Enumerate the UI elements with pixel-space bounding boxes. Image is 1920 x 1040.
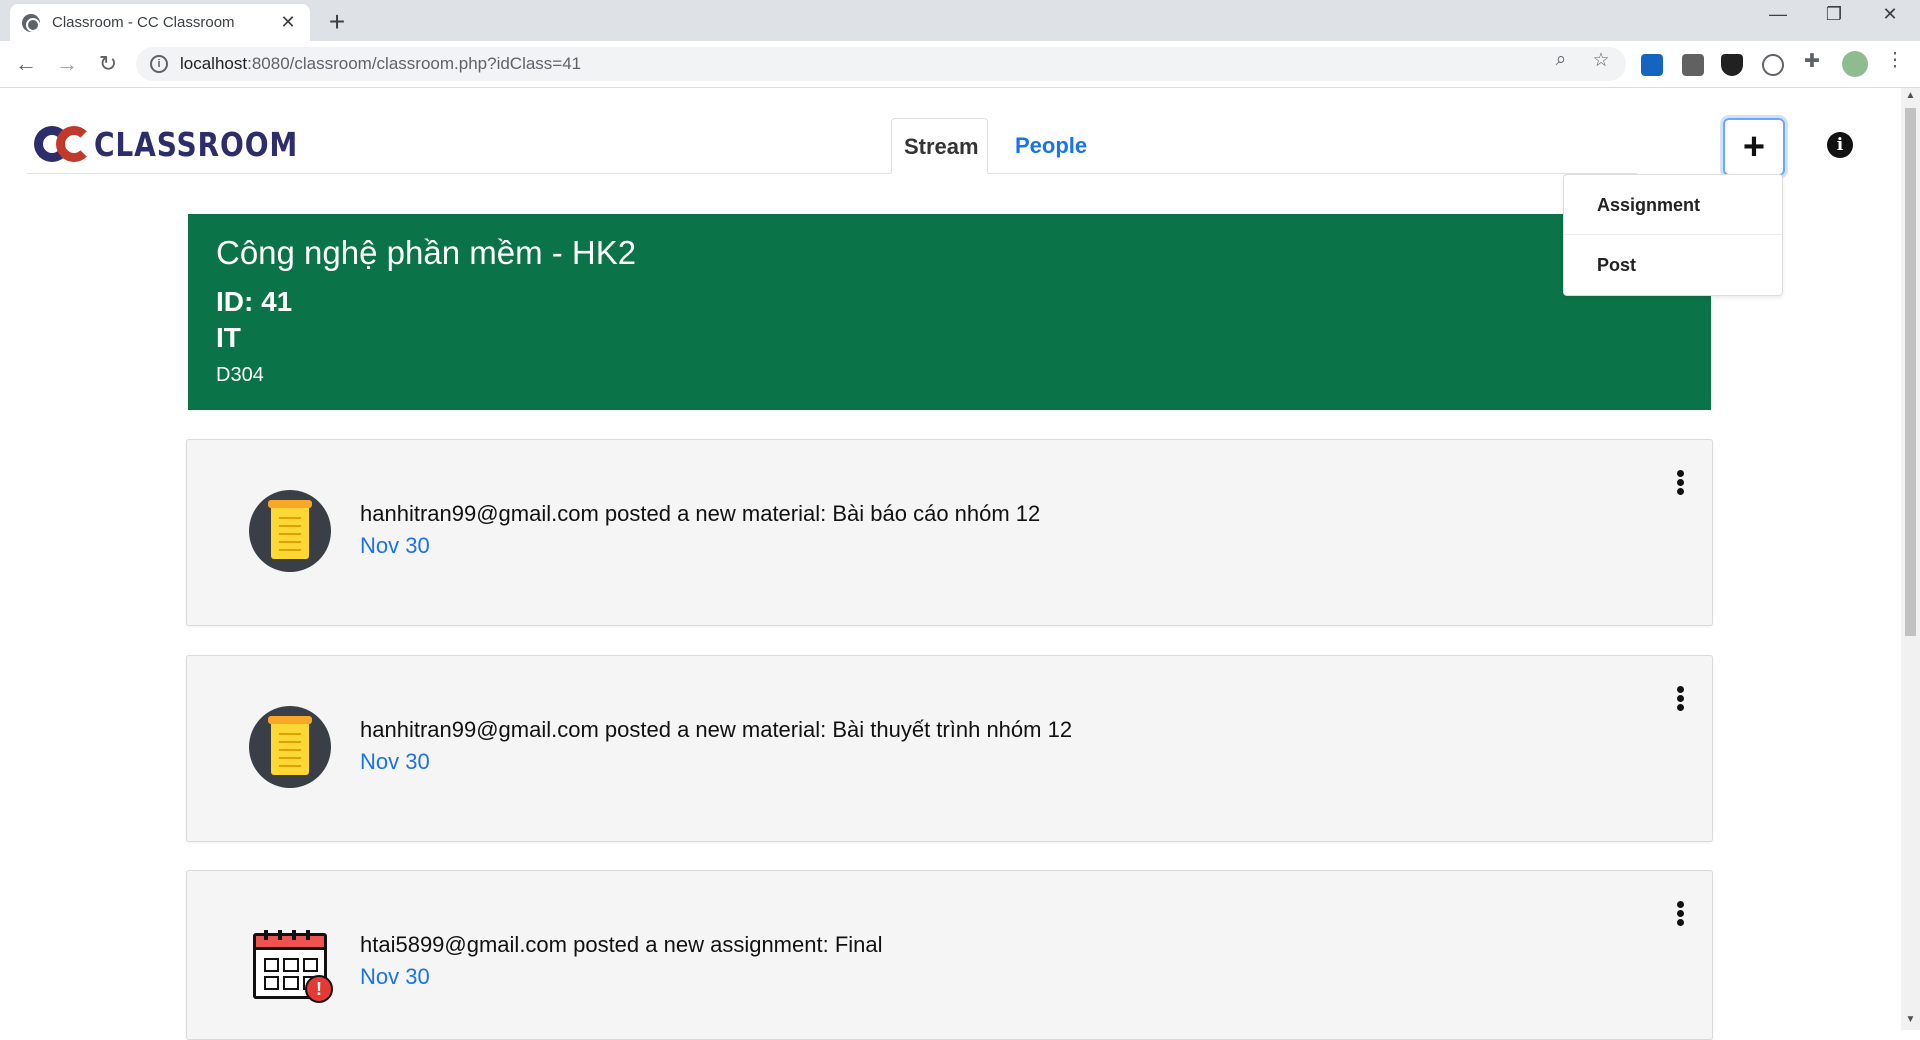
stream-card[interactable]: hanhitran99@gmail.com posted a new mater… bbox=[186, 439, 1713, 626]
minimize-icon[interactable]: — bbox=[1750, 4, 1806, 25]
address-bar[interactable]: i localhost:8080/classroom/classroom.php… bbox=[136, 47, 1626, 81]
page-scrollbar[interactable]: ▲ ▼ bbox=[1901, 88, 1920, 1030]
stream-date: Nov 30 bbox=[360, 749, 430, 774]
alert-badge-icon: ! bbox=[305, 975, 333, 1003]
scroll-up-icon[interactable]: ▲ bbox=[1905, 90, 1916, 101]
class-room: D304 bbox=[216, 364, 264, 386]
stream-message[interactable]: hanhitran99@gmail.com posted a new mater… bbox=[360, 714, 1072, 746]
more-options-icon[interactable] bbox=[1677, 901, 1687, 927]
more-options-icon[interactable] bbox=[1677, 686, 1687, 712]
profile-avatar[interactable] bbox=[1842, 51, 1868, 77]
tab-people[interactable]: People bbox=[1003, 118, 1099, 174]
app-navbar: CLASSROOM Stream People + i bbox=[27, 118, 1877, 176]
material-note-icon bbox=[249, 490, 333, 574]
browser-tab[interactable]: Classroom - CC Classroom ✕ bbox=[10, 4, 310, 41]
class-title: Công nghệ phần mềm - HK2 bbox=[216, 234, 637, 271]
scrollbar-thumb[interactable] bbox=[1905, 108, 1916, 636]
globe-icon bbox=[22, 13, 40, 32]
logo-text: CLASSROOM bbox=[94, 124, 299, 164]
stream-date: Nov 30 bbox=[360, 964, 430, 989]
class-banner: Công nghệ phần mềm - HK2 ID: 41 IT D304 bbox=[188, 214, 1711, 410]
tab-stream[interactable]: Stream bbox=[891, 118, 988, 174]
class-id: ID: 41 bbox=[216, 286, 293, 317]
zoom-icon[interactable]: ⌕ bbox=[1546, 49, 1576, 71]
puzzle-extensions-icon[interactable]: ✚ bbox=[1797, 50, 1827, 73]
assignment-calendar-icon: ! bbox=[249, 925, 333, 1009]
url-path: :8080/classroom/classroom.php?idClass=41 bbox=[247, 54, 582, 73]
back-icon[interactable]: ← bbox=[12, 50, 40, 78]
create-dropdown-menu: Assignment Post bbox=[1563, 174, 1783, 296]
nav-divider bbox=[27, 173, 1637, 174]
stream-message[interactable]: hanhitran99@gmail.com posted a new mater… bbox=[360, 498, 1040, 530]
tab-title: Classroom - CC Classroom bbox=[52, 14, 235, 31]
extension-icon[interactable] bbox=[1641, 54, 1663, 76]
create-button[interactable]: + bbox=[1723, 118, 1785, 176]
close-tab-icon[interactable]: ✕ bbox=[278, 12, 298, 33]
scroll-down-icon[interactable]: ▼ bbox=[1905, 1014, 1916, 1025]
stream-message[interactable]: htai5899@gmail.com posted a new assignme… bbox=[360, 929, 883, 961]
stream-card[interactable]: ! htai5899@gmail.com posted a new assign… bbox=[186, 870, 1713, 1040]
stream-card[interactable]: hanhitran99@gmail.com posted a new mater… bbox=[186, 655, 1713, 842]
cc-logo-icon bbox=[34, 124, 92, 164]
menu-item-post[interactable]: Post bbox=[1564, 235, 1782, 295]
logo[interactable]: CLASSROOM bbox=[34, 124, 334, 164]
menu-item-assignment[interactable]: Assignment bbox=[1564, 175, 1782, 235]
material-note-icon bbox=[249, 706, 333, 790]
site-info-icon[interactable]: i bbox=[150, 55, 168, 73]
restore-icon[interactable]: ❐ bbox=[1806, 4, 1862, 25]
bookmark-star-icon[interactable]: ☆ bbox=[1586, 49, 1616, 72]
reload-icon[interactable]: ↻ bbox=[94, 50, 122, 78]
extension-icon[interactable] bbox=[1682, 54, 1704, 76]
more-options-icon[interactable] bbox=[1677, 470, 1687, 496]
close-window-icon[interactable]: ✕ bbox=[1862, 4, 1918, 25]
url-host: localhost bbox=[180, 54, 248, 73]
class-subject: IT bbox=[216, 322, 241, 353]
browser-tab-strip: Classroom - CC Classroom ✕ + — ❐ ✕ bbox=[0, 0, 1920, 41]
new-tab-icon[interactable]: + bbox=[322, 6, 352, 38]
info-icon[interactable]: i bbox=[1827, 132, 1853, 158]
shield-extension-icon[interactable] bbox=[1721, 54, 1743, 76]
browser-menu-icon[interactable]: ⋮ bbox=[1880, 49, 1910, 72]
forward-icon[interactable]: → bbox=[53, 50, 81, 78]
browser-toolbar: ← → ↻ i localhost:8080/classroom/classro… bbox=[0, 41, 1920, 88]
extension-icon[interactable] bbox=[1762, 54, 1784, 76]
stream-date: Nov 30 bbox=[360, 533, 430, 558]
